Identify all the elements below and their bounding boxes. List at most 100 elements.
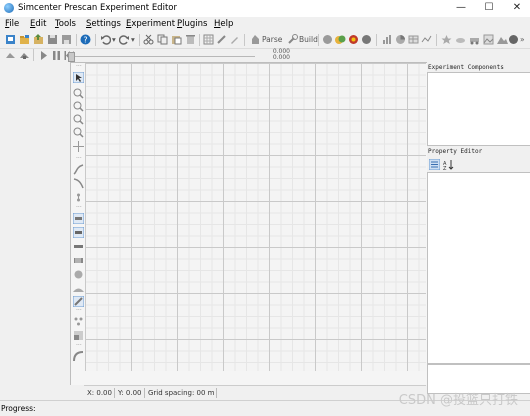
menu-edit-label: dit: [35, 19, 47, 29]
menu-edit[interactable]: Edit: [30, 19, 46, 29]
redo-icon[interactable]: [119, 34, 130, 45]
tool-strip-grip: ···: [76, 204, 82, 211]
experiment-components-tree[interactable]: [427, 72, 530, 146]
stats-icon[interactable]: [382, 34, 393, 45]
zoom-out-tool-icon[interactable]: [73, 101, 84, 112]
terrain-tool-icon[interactable]: [73, 283, 84, 294]
gallery-icon[interactable]: [361, 34, 372, 45]
speed-profile-tool-icon[interactable]: [73, 330, 84, 341]
flex-road-tool-icon[interactable]: [73, 296, 84, 307]
delete-icon[interactable]: [185, 34, 196, 45]
signal-icon[interactable]: [421, 34, 432, 45]
animation-icon[interactable]: [335, 34, 346, 45]
save-as-icon[interactable]: [61, 34, 72, 45]
cut-icon[interactable]: [143, 34, 154, 45]
canvas-status-bar: X: 0.00 Y: 0.00 Grid spacing: 00 m: [84, 385, 426, 400]
main-toolbar: ? ▾ ▾ Parse Build »: [0, 31, 530, 49]
curve-tool-icon[interactable]: [73, 178, 84, 189]
menu-file-label: ile: [9, 19, 20, 29]
menu-bar: File Edit Tools Settings Experiment Plug…: [0, 17, 530, 31]
vehicle-icon[interactable]: [469, 34, 480, 45]
toolbar-divider: [33, 49, 34, 61]
table-icon[interactable]: [408, 34, 419, 45]
title-bar: Simcenter Prescan Experiment Editor — ☐ …: [0, 0, 530, 17]
sim-mode-icon[interactable]: [5, 50, 16, 61]
trajectory-tool-icon[interactable]: [73, 316, 84, 327]
menu-experiment-label: xperiment: [131, 19, 176, 29]
node-tool-icon[interactable]: [73, 192, 84, 203]
import-icon[interactable]: [33, 34, 44, 45]
toolbar-divider: [436, 34, 437, 46]
menu-file[interactable]: File: [5, 19, 19, 29]
copy-icon[interactable]: [157, 34, 168, 45]
timeline-slider-track[interactable]: [70, 56, 255, 57]
pause-icon[interactable]: [51, 50, 62, 61]
svg-text:?: ?: [83, 36, 87, 45]
sim-camera-icon[interactable]: [19, 50, 30, 61]
menu-settings[interactable]: Settings: [86, 19, 121, 29]
paste-icon[interactable]: [171, 34, 182, 45]
crossing-tool-icon[interactable]: [73, 255, 84, 266]
sort-alphabetical-icon[interactable]: AZ: [443, 159, 454, 170]
save-icon[interactable]: [47, 34, 58, 45]
menu-tools[interactable]: Tools: [55, 19, 76, 29]
menu-help[interactable]: Help: [214, 19, 233, 29]
watermark: CSDN @投篮只打铁: [398, 393, 518, 408]
pie-icon[interactable]: [395, 34, 406, 45]
build-button-label[interactable]: Build: [299, 35, 318, 44]
y-coordinate: Y: 0.00: [118, 389, 142, 397]
pencil-icon[interactable]: [229, 34, 240, 45]
help-icon[interactable]: ?: [80, 34, 91, 45]
menu-help-label: elp: [220, 19, 234, 29]
cloud-icon[interactable]: [455, 34, 466, 45]
path-tool-icon[interactable]: [73, 164, 84, 175]
settings-ball-icon[interactable]: [508, 34, 519, 45]
pan-tool-icon[interactable]: [73, 141, 84, 152]
picture-icon[interactable]: [483, 34, 494, 45]
playback-toolbar: 0.000 0.000: [0, 48, 530, 62]
spline-tool-icon[interactable]: [73, 351, 84, 362]
menu-plugins[interactable]: Plugins: [177, 19, 207, 29]
grid-area[interactable]: [85, 63, 426, 371]
close-button[interactable]: ✕: [504, 0, 530, 17]
status-divider: [216, 388, 217, 398]
play-icon[interactable]: [38, 50, 49, 61]
menu-plugins-label: lugins: [182, 19, 208, 29]
status-divider: [144, 388, 145, 398]
experiment-canvas[interactable]: ··· ··· ··· ··· ···: [70, 62, 427, 385]
x-coordinate: X: 0.00: [87, 389, 112, 397]
toolbar-overflow-icon[interactable]: »: [520, 35, 525, 44]
parse-button-label[interactable]: Parse: [262, 35, 282, 44]
road-straight-tool-icon[interactable]: [73, 213, 84, 224]
undo-dropdown-icon[interactable]: ▾: [112, 35, 116, 44]
select-tool-icon[interactable]: [73, 72, 84, 83]
zoom-in-tool-icon[interactable]: [73, 88, 84, 99]
tool-strip-grip: ···: [76, 342, 82, 349]
terrain-icon[interactable]: [497, 34, 508, 45]
redo-dropdown-icon[interactable]: ▾: [131, 35, 135, 44]
star-icon[interactable]: [441, 34, 452, 45]
zoom-area-tool-icon[interactable]: [73, 127, 84, 138]
grid-icon[interactable]: [203, 34, 214, 45]
measure-icon[interactable]: [216, 34, 227, 45]
new-experiment-icon[interactable]: [5, 34, 16, 45]
minimize-button[interactable]: —: [448, 0, 474, 17]
roundabout-tool-icon[interactable]: [73, 269, 84, 280]
toolbar-divider: [199, 34, 200, 46]
build-icon[interactable]: [287, 34, 298, 45]
road-curve-tool-icon[interactable]: [73, 227, 84, 238]
run-sim-icon[interactable]: [322, 34, 333, 45]
menu-experiment[interactable]: Experiment: [126, 19, 175, 29]
toolbar-divider: [244, 34, 245, 46]
categorized-view-icon[interactable]: [429, 159, 440, 170]
maximize-button[interactable]: ☐: [476, 0, 502, 17]
timeline-slider-thumb[interactable]: [68, 52, 75, 62]
toolbar-divider: [76, 34, 77, 46]
property-grid[interactable]: [427, 172, 530, 364]
undo-icon[interactable]: [100, 34, 111, 45]
parse-icon[interactable]: [250, 34, 261, 45]
zoom-fit-tool-icon[interactable]: [73, 114, 84, 125]
viewer-icon[interactable]: [348, 34, 359, 45]
road-junction-tool-icon[interactable]: [73, 241, 84, 252]
open-folder-icon[interactable]: [19, 34, 30, 45]
